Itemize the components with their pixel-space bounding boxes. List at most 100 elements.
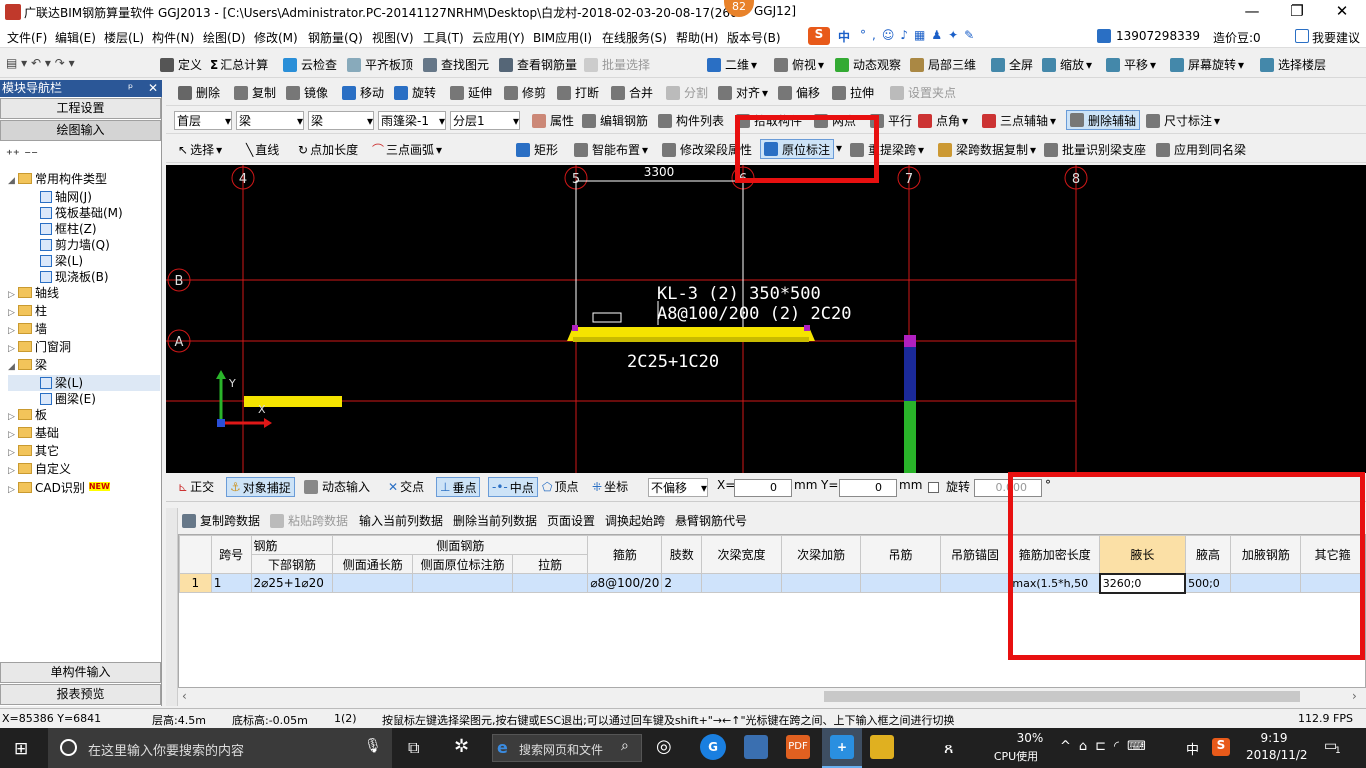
tree-item[interactable]: 框柱(Z) <box>8 221 160 237</box>
expand-arrow-icon[interactable]: ▷ <box>8 427 18 443</box>
expand-arrow-icon[interactable]: ▷ <box>8 341 18 357</box>
element-select[interactable]: 雨篷梁-1 ▾ <box>378 111 446 130</box>
floor-select[interactable]: 首层 ▾ <box>174 111 232 130</box>
y-input[interactable]: 0 <box>839 479 897 497</box>
taskbar-search-box[interactable]: 在这里输入你要搜索的内容 🎙 <box>48 728 392 768</box>
point-angle-button[interactable]: 点角 ▾ <box>918 112 968 129</box>
menu-help[interactable]: 帮助(H) <box>676 29 718 46</box>
pan-dropdown[interactable]: 平移 ▾ <box>1106 56 1156 73</box>
menu-component[interactable]: 构件(N) <box>152 29 194 46</box>
suggest-link[interactable]: 我要建议 <box>1312 29 1360 46</box>
screen-rotate-dropdown[interactable]: 屏幕旋转 ▾ <box>1170 56 1244 73</box>
trim-button[interactable]: 修剪 <box>504 84 546 101</box>
tree-item[interactable]: ◢ 常用构件类型 <box>8 171 160 189</box>
scrollbar-thumb[interactable] <box>824 691 1300 702</box>
ggj-taskbar-button[interactable]: + <box>822 728 862 768</box>
coordinate-snap[interactable]: ⁜ 坐标 <box>592 478 628 495</box>
type-select[interactable]: 梁 ▾ <box>308 111 374 130</box>
tree-item[interactable]: ▷ 门窗洞 <box>8 339 160 357</box>
cantilever-code-button[interactable]: 悬臂钢筋代号 <box>675 512 747 529</box>
break-button[interactable]: 打断 <box>557 84 599 101</box>
tree-item[interactable]: ▷ 板 <box>8 407 160 425</box>
copy-span-button[interactable]: 复制跨数据 <box>182 512 260 529</box>
line-button[interactable]: ╲ 直线 <box>246 141 279 158</box>
fan-app-icon[interactable]: ✲ <box>454 736 469 757</box>
task-view-icon[interactable]: ⧉ <box>408 738 419 758</box>
cell-sec-beam-rebar[interactable] <box>780 573 862 593</box>
delete-aux-axis-button[interactable]: 删除辅轴 <box>1066 110 1141 130</box>
tree-item[interactable]: ◢ 梁 <box>8 357 160 375</box>
copy-button[interactable]: 复制 <box>234 84 276 101</box>
edit-rebar-button[interactable]: 编辑钢筋 <box>582 112 648 129</box>
view-rebar-qty-button[interactable]: 查看钢筋量 <box>499 56 577 73</box>
object-snap-toggle[interactable]: ⚓ 对象捕捉 <box>226 477 295 497</box>
align-slab-top-button[interactable]: 平齐板顶 <box>347 56 413 73</box>
batch-identify-support-button[interactable]: 批量识别梁支座 <box>1044 141 1146 158</box>
cell-span-no[interactable]: 1 <box>210 573 252 593</box>
set-grip-button[interactable]: 设置夹点 <box>890 84 956 101</box>
smart-layout-dropdown[interactable]: 智能布置 ▾ <box>574 141 648 158</box>
cell-bottom-rebar[interactable]: 2⌀25+1⌀20 <box>250 573 334 593</box>
batch-select-button[interactable]: 批量选择 <box>584 56 650 73</box>
fullscreen-button[interactable]: 全屏 <box>991 56 1033 73</box>
tree-item[interactable]: 现浇板(B) <box>8 269 160 285</box>
report-preview-button[interactable]: 报表预览 <box>0 684 161 705</box>
column-green[interactable] <box>904 401 916 473</box>
category-select[interactable]: 梁 ▾ <box>236 111 304 130</box>
glodon-app-icon[interactable]: G <box>700 734 726 760</box>
apply-same-name-button[interactable]: 应用到同名梁 <box>1156 141 1246 158</box>
tree-item[interactable]: 筏板基础(M) <box>8 205 160 221</box>
expand-arrow-icon[interactable]: ▷ <box>8 287 18 303</box>
stretch-button[interactable]: 拉伸 <box>832 84 874 101</box>
move-button[interactable]: 移动 <box>342 84 384 101</box>
tree-item[interactable]: 轴网(J) <box>8 189 160 205</box>
file-app-icon[interactable] <box>744 735 768 759</box>
expand-arrow-icon[interactable]: ▷ <box>8 305 18 321</box>
extend-button[interactable]: 延伸 <box>450 84 492 101</box>
tree-item[interactable]: ▷ 自定义 <box>8 461 160 479</box>
define-button[interactable]: 定义 <box>160 56 202 73</box>
x-input[interactable]: 0 <box>734 479 792 497</box>
cell-stirrup[interactable]: ⌀8@100/20 <box>587 573 663 593</box>
menu-modify[interactable]: 修改(M) <box>254 29 298 46</box>
menu-version[interactable]: 版本号(B) <box>727 29 781 46</box>
cell-legs[interactable]: 2 <box>661 573 703 593</box>
paste-span-button[interactable]: 粘贴跨数据 <box>270 512 348 529</box>
notes-app-icon[interactable] <box>870 735 894 759</box>
tree-item[interactable]: ▷ 基础 <box>8 425 160 443</box>
offset-button[interactable]: 偏移 <box>778 84 820 101</box>
menu-rebar-qty[interactable]: 钢筋量(Q) <box>308 29 363 46</box>
menu-online[interactable]: 在线服务(S) <box>602 29 667 46</box>
menu-floor[interactable]: 楼层(L) <box>104 29 144 46</box>
layer-select[interactable]: 分层1 ▾ <box>450 111 520 130</box>
split-button[interactable]: 分割 <box>666 84 708 101</box>
cell-side-continuous[interactable] <box>332 573 414 593</box>
dynamic-input-toggle[interactable]: 动态输入 <box>304 478 370 495</box>
cloud-check-button[interactable]: 云检查 <box>283 56 337 73</box>
expand-arrow-icon[interactable]: ▷ <box>8 482 18 498</box>
single-component-input-button[interactable]: 单构件输入 <box>0 662 161 683</box>
tray-icons[interactable]: ^⌂⊏◜⌨ <box>1060 739 1154 754</box>
properties-button[interactable]: 属性 <box>532 112 574 129</box>
tree-item[interactable]: ▷ 轴线 <box>8 285 160 303</box>
ime-indicator[interactable]: 中 <box>1186 739 1199 758</box>
splitter-handle[interactable] <box>166 508 178 706</box>
view-2d-dropdown[interactable]: 二维 ▾ <box>707 56 757 73</box>
expand-arrow-icon[interactable]: ▷ <box>8 323 18 339</box>
sogou-tray-icon[interactable]: S <box>1212 738 1230 756</box>
beam-grip-left[interactable] <box>572 325 578 331</box>
menu-draw[interactable]: 绘图(D) <box>203 29 246 46</box>
offset-select[interactable]: 不偏移 ▾ <box>648 478 708 497</box>
tree-item[interactable]: ▷ 其它 <box>8 443 160 461</box>
ime-toolbar-icons[interactable]: °,☺♪▦♟✦✎ <box>860 28 980 42</box>
beam-grip-right[interactable] <box>804 325 810 331</box>
drawing-input-button[interactable]: 绘图输入 <box>0 120 161 141</box>
delete-button[interactable]: 删除 <box>178 84 220 101</box>
collapse-arrow-icon[interactable]: ◢ <box>8 173 18 189</box>
summary-calc-button[interactable]: Σ 汇总计算 <box>210 56 268 73</box>
microphone-icon[interactable]: 🎙 <box>364 738 382 754</box>
swap-start-span-button[interactable]: 调换起始跨 <box>605 512 665 529</box>
pin-icon[interactable]: ᵖ <box>128 80 133 97</box>
quick-access-icons[interactable]: ▤ ▾ ↶ ▾ ↷ ▾ <box>6 56 75 70</box>
expand-arrow-icon[interactable]: ▷ <box>8 445 18 461</box>
